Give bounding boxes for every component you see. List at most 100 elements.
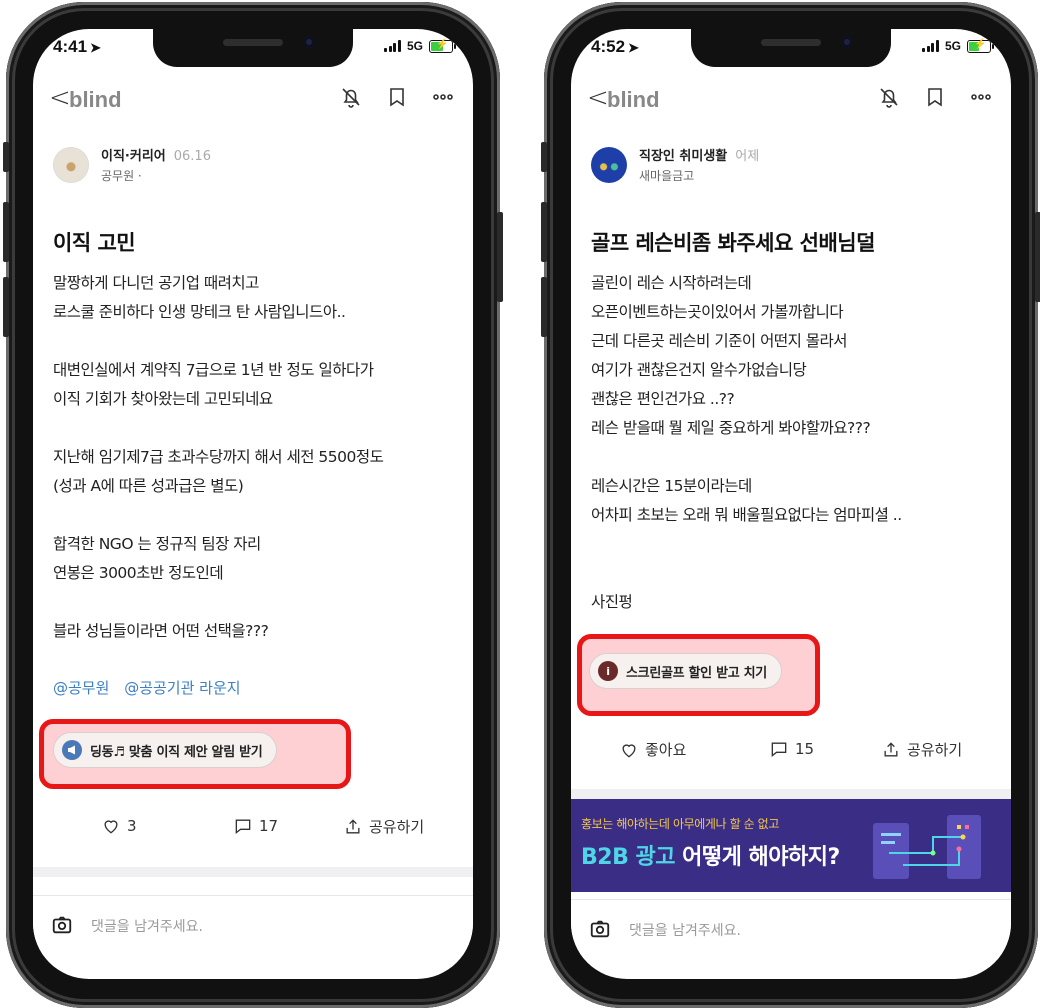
comment-input[interactable]: 댓글을 남겨주세요. [629,920,741,940]
author-company: 새마을금고 [639,169,695,183]
comment-bar: 댓글을 남겨주세요. [33,895,473,956]
promo-chip[interactable]: i 스크린골프 할인 받고 치기 [589,653,782,689]
post-body: 말짱하게 다니던 공기업 때려치고 로스쿨 준비하다 인생 망테크 탄 사람입니… [53,269,458,646]
body-line: (성과 A에 따른 성과급은 별도) [53,477,244,495]
share-label: 공유하기 [369,818,425,836]
section-divider [571,789,1011,799]
post-title: 이직 고민 [53,231,136,255]
comment-count: 15 [795,740,815,758]
post-date: 06.16 [173,149,211,164]
body-line: 오픈이벤트하는곳이있어서 가볼까합니다 [591,303,844,321]
heart-icon [104,820,118,834]
phone-frame-right: 4:52 ➤ 5G ⚡ < blind 직장인 취미생활 어제 새마을금고 골프… [541,2,1040,1008]
body-line: 대변인실에서 계약직 7급으로 1년 반 정도 일하다가 [53,361,374,379]
body-line: 말짱하게 다니던 공기업 때려치고 [53,274,259,292]
more-icon[interactable] [431,85,455,109]
avatar [591,146,627,183]
share-label: 공유하기 [907,741,963,759]
body-line: 괜찮은 편인건가요 ..?? [591,390,735,408]
comment-icon [771,742,787,758]
body-line: 근데 다른곳 레슨비 기준이 어떤지 몰라서 [591,332,848,350]
volume-down-button [3,277,9,337]
megaphone-icon [62,740,82,760]
topic-tags: @공무원 @공공기관 라운지 [53,677,251,698]
body-line: 지난해 임기제7급 초과수당까지 해서 세전 5500정도 [53,448,384,466]
like-count: 3 [127,817,137,835]
volume-up-button [3,202,9,262]
status-right: 5G ⚡ [922,39,994,53]
share-icon [884,741,898,756]
nav-bar: < blind [33,81,473,121]
ad-tagline: 홍보는 해야하는데 아무에게나 할 순 없고 [581,817,779,831]
nav-bar: < blind [571,81,1011,121]
like-button[interactable]: 3 [101,816,137,836]
bell-off-icon[interactable] [339,85,363,109]
volume-up-button [541,202,547,262]
comment-button[interactable]: 17 [233,816,278,836]
status-time: 4:52 ➤ [591,37,639,56]
info-icon: i [598,661,618,681]
more-icon[interactable] [969,85,993,109]
body-line: 블라 성님들이라면 어떤 선택을??? [53,622,269,640]
bookmark-icon[interactable] [385,85,409,109]
status-right: 5G ⚡ [384,39,456,53]
post-actions: 3 17 공유하기 [33,816,473,846]
section-divider [33,867,473,877]
share-button[interactable]: 공유하기 [881,739,962,760]
phone-frame-left: 4:41 ➤ 5G ⚡ < blind 이직·커리어 06.16 공무원 · 이… [3,2,503,1008]
like-button[interactable]: 좋아요 [619,739,686,760]
brand-logo: blind [69,87,122,112]
body-line: 로스쿨 준비하다 인생 망테크 탄 사람입니드아.. [53,303,346,321]
signal-icon [922,40,939,52]
power-button [497,212,503,302]
comment-input[interactable]: 댓글을 남겨주세요. [91,916,203,936]
mute-switch [541,142,547,172]
post-title: 골프 레슨비좀 봐주세요 선배님덜 [591,231,875,255]
battery-icon: ⚡ [429,39,456,53]
back-button[interactable]: < [587,83,609,113]
tag-link[interactable]: @공공기관 라운지 [124,679,240,697]
body-line: 레슨시간은 15분이라는데 [591,477,752,495]
comment-count: 17 [259,817,279,835]
body-line: 여기가 괜찮은건지 알수가없습니당 [591,361,807,379]
bell-off-icon[interactable] [877,85,901,109]
author-company: 공무원 · [101,169,142,183]
mute-switch [3,142,9,172]
comment-button[interactable]: 15 [769,739,814,759]
post-author[interactable]: 직장인 취미생활 어제 새마을금고 [591,145,759,184]
body-line: 연봉은 3000초반 정도인데 [53,564,224,582]
bookmark-icon[interactable] [923,85,947,109]
camera-icon[interactable] [589,918,611,940]
post-author[interactable]: 이직·커리어 06.16 공무원 · [53,145,211,184]
ad-headline: B2B 광고 어떻게 해야하지? [581,845,840,870]
notch [691,29,891,67]
promo-label: 딩동♬ 맞춤 이직 제안 알림 받기 [90,744,263,760]
share-icon [346,818,360,833]
body-line: 사진펑 [591,593,633,611]
location-arrow-icon: ➤ [90,40,101,55]
heart-icon [622,743,636,757]
body-line: 레슨 받을때 뭘 제일 중요하게 봐야할까요??? [591,419,871,437]
comment-icon [235,819,251,835]
brand-logo: blind [607,87,660,112]
body-line: 골린이 레슨 시작하려는데 [591,274,752,292]
promo-chip[interactable]: 딩동♬ 맞춤 이직 제안 알림 받기 [53,732,278,768]
comment-bar: 댓글을 남겨주세요. [571,899,1011,960]
board-name[interactable]: 이직·커리어 [101,149,166,164]
back-button[interactable]: < [49,83,71,113]
body-line: 합격한 NGO 는 정규직 팀장 자리 [53,535,261,553]
tag-link[interactable]: @공무원 [53,679,109,697]
location-arrow-icon: ➤ [628,40,639,55]
share-button[interactable]: 공유하기 [343,816,424,837]
promo-label: 스크린골프 할인 받고 치기 [626,665,767,681]
ad-banner[interactable]: 홍보는 해야하는데 아무에게나 할 순 없고 B2B 광고 어떻게 해야하지? [571,799,1011,892]
camera-icon[interactable] [51,914,73,936]
network-label: 5G [944,39,961,53]
body-line: 어차피 초보는 오래 뭐 배울필요없다는 엄마피셜 .. [591,506,902,524]
screen-left: 4:41 ➤ 5G ⚡ < blind 이직·커리어 06.16 공무원 · 이… [33,29,473,979]
battery-icon: ⚡ [967,39,994,53]
board-name[interactable]: 직장인 취미생활 [639,149,727,164]
post-actions: 좋아요 15 공유하기 [571,739,1011,769]
signal-icon [384,40,401,52]
network-label: 5G [406,39,423,53]
